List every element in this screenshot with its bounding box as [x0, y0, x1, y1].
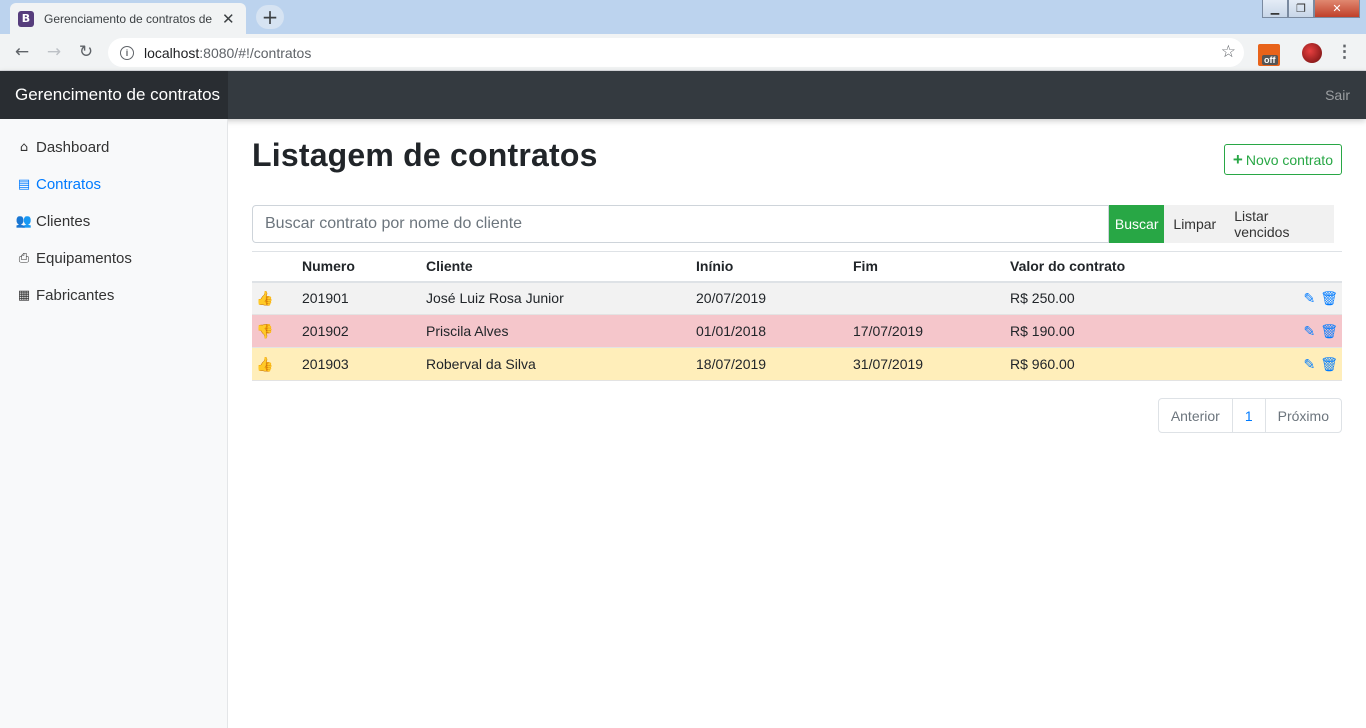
- app-navbar: Gerencimento de contratos Sair: [0, 71, 1366, 119]
- search-input[interactable]: [252, 205, 1109, 243]
- sidebar-item-label: Clientes: [36, 213, 91, 230]
- cell-cliente: Roberval da Silva: [426, 356, 536, 372]
- sidebar: ⌂ Dashboard ▤ Contratos 👥 Clientes ⎙ Equ…: [0, 119, 228, 728]
- home-icon: ⌂: [19, 140, 29, 155]
- table-row: 👎 201902 Priscila Alves 01/01/2018 17/07…: [252, 314, 1342, 348]
- sidebar-item-dashboard[interactable]: ⌂ Dashboard: [0, 129, 227, 166]
- edit-icon[interactable]: ✎: [1303, 357, 1315, 373]
- search-group: Buscar Limpar Listar vencidos: [252, 205, 1334, 243]
- sidebar-item-fabricantes[interactable]: ▦ Fabricantes: [0, 277, 227, 314]
- tab-title: Gerenciamento de contratos de l: [44, 11, 214, 26]
- window-controls: ▁ ❐ ✕: [1262, 0, 1360, 18]
- cell-numero: 201901: [302, 290, 349, 307]
- header-numero: Numero: [302, 258, 355, 275]
- sidebar-item-clientes[interactable]: 👥 Clientes: [0, 203, 227, 240]
- cell-inicio: 20/07/2019: [696, 290, 767, 307]
- file-icon: ▤: [17, 177, 31, 192]
- bookmark-star-icon[interactable]: ☆: [1221, 42, 1236, 62]
- browser-toolbar: ← → ↻ i localhost:8080/#!/contratos ☆: [0, 34, 1366, 71]
- cell-cliente: Priscila Alves: [426, 323, 509, 339]
- pagination: Anterior 1 Próximo: [1157, 398, 1342, 433]
- new-tab-button[interactable]: +: [256, 5, 284, 29]
- cell-fim: [853, 282, 1010, 315]
- close-window-button[interactable]: ✕: [1314, 0, 1360, 18]
- pagination-prev[interactable]: Anterior: [1159, 399, 1232, 432]
- edit-icon[interactable]: ✎: [1303, 291, 1315, 307]
- plus-icon: +: [1232, 149, 1243, 169]
- back-icon[interactable]: ←: [6, 36, 38, 68]
- new-contract-label: Novo contrato: [1245, 151, 1333, 168]
- pagination-page-1[interactable]: 1: [1231, 399, 1265, 432]
- cell-valor: R$ 250.00: [1010, 290, 1075, 307]
- forward-icon[interactable]: →: [38, 36, 70, 68]
- cell-numero: 201902: [302, 323, 349, 339]
- sidebar-item-label: Equipamentos: [36, 250, 132, 267]
- page-title: Listagem de contratos: [252, 137, 598, 173]
- new-contract-button[interactable]: + Novo contrato: [1223, 144, 1342, 175]
- sidebar-item-label: Contratos: [36, 176, 102, 193]
- pagination-next[interactable]: Próximo: [1264, 399, 1341, 432]
- close-tab-icon[interactable]: ✕: [222, 10, 235, 28]
- table-header-row: Numero Cliente Inínio Fim Valor do contr…: [252, 251, 1342, 282]
- table-row: 👍 201901 José Luiz Rosa Junior 20/07/201…: [252, 281, 1342, 315]
- header-valor: Valor do contrato: [1010, 258, 1126, 275]
- info-icon[interactable]: i: [120, 45, 134, 60]
- header-status: [252, 252, 302, 282]
- list-overdue-button[interactable]: Listar vencidos: [1225, 205, 1334, 243]
- thumbs-up-icon: 👍: [256, 290, 274, 307]
- printer-icon: ⎙: [18, 251, 30, 266]
- building-icon: ▦: [17, 288, 31, 303]
- logout-link[interactable]: Sair: [1325, 87, 1350, 103]
- cell-fim: 31/07/2019: [853, 356, 924, 372]
- cell-valor: R$ 960.00: [1010, 356, 1075, 372]
- sidebar-item-contratos[interactable]: ▤ Contratos: [0, 166, 227, 203]
- trash-icon[interactable]: 🗑: [1320, 357, 1338, 373]
- cell-actions: ✎ 🗑: [1240, 282, 1342, 315]
- url-path: :8080/#!/contratos: [199, 44, 312, 61]
- url-host: localhost: [144, 44, 200, 61]
- clear-button[interactable]: Limpar: [1164, 205, 1226, 243]
- header-actions: [1240, 252, 1342, 282]
- cell-valor: R$ 190.00: [1010, 323, 1075, 339]
- edit-icon[interactable]: ✎: [1303, 324, 1315, 340]
- search-button[interactable]: Buscar: [1109, 205, 1165, 243]
- cell-fim: 17/07/2019: [853, 323, 924, 339]
- header-fim: Fim: [853, 258, 878, 275]
- browser-tab-bar: B Gerenciamento de contratos de l ✕ + ▁ …: [0, 0, 1366, 34]
- bootstrap-favicon-icon: B: [18, 10, 34, 27]
- extension-badge: off: [1262, 55, 1278, 65]
- sidebar-item-equipamentos[interactable]: ⎙ Equipamentos: [0, 240, 227, 277]
- cell-actions: ✎ 🗑: [1240, 348, 1342, 381]
- header-cliente: Cliente: [426, 258, 473, 275]
- cell-numero: 201903: [302, 356, 349, 372]
- reload-icon[interactable]: ↻: [70, 36, 102, 68]
- sidebar-item-label: Dashboard: [36, 139, 110, 156]
- address-bar[interactable]: i localhost:8080/#!/contratos ☆: [108, 38, 1244, 67]
- url-text: localhost:8080/#!/contratos: [144, 45, 311, 61]
- header-inicio: Inínio: [696, 258, 734, 275]
- minimize-button[interactable]: ▁: [1262, 0, 1288, 18]
- trash-icon[interactable]: 🗑: [1320, 324, 1338, 340]
- restore-button[interactable]: ❐: [1288, 0, 1314, 18]
- cell-inicio: 18/07/2019: [696, 356, 767, 372]
- thumbs-down-icon: 👎: [256, 323, 274, 340]
- cell-cliente: José Luiz Rosa Junior: [426, 290, 564, 307]
- cell-inicio: 01/01/2018: [696, 323, 767, 339]
- sidebar-item-label: Fabricantes: [36, 287, 115, 304]
- cell-actions: ✎ 🗑: [1240, 315, 1342, 348]
- table-row: 👍 201903 Roberval da Silva 18/07/2019 31…: [252, 347, 1342, 381]
- browser-menu-icon[interactable]: ⋮: [1336, 42, 1353, 62]
- navbar-brand[interactable]: Gerencimento de contratos: [0, 71, 228, 119]
- profile-avatar-icon[interactable]: [1302, 43, 1322, 63]
- trash-icon[interactable]: 🗑: [1320, 291, 1338, 307]
- browser-tab[interactable]: B Gerenciamento de contratos de l ✕: [10, 3, 246, 34]
- thumbs-up-icon: 👍: [256, 356, 274, 373]
- contracts-table: Numero Cliente Inínio Fim Valor do contr…: [252, 251, 1342, 381]
- users-icon: 👥: [15, 214, 33, 229]
